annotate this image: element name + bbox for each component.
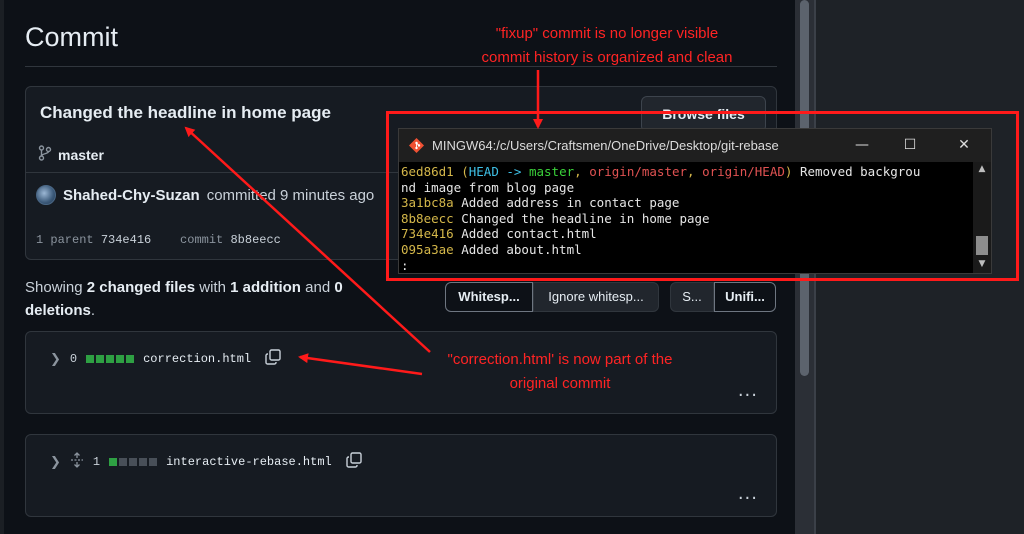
git-logo-icon xyxy=(409,138,424,153)
terminal-line: 095a3ae Added about.html xyxy=(401,242,971,258)
parent-hash-link[interactable]: 734e416 xyxy=(101,233,151,247)
close-icon[interactable]: ✕ xyxy=(949,135,979,155)
chevron-right-icon[interactable]: ❯ xyxy=(50,455,61,470)
terminal-prompt: : xyxy=(401,258,971,272)
file-header[interactable]: ❯ 1 interactive-rebase.html xyxy=(50,451,363,473)
more-options-icon[interactable]: ... xyxy=(738,483,758,504)
left-border xyxy=(0,0,4,534)
more-options-icon[interactable]: ... xyxy=(738,380,758,401)
file-change-count: 1 xyxy=(92,455,101,469)
summary-additions: 1 addition xyxy=(230,279,301,296)
log-remote-ref: origin/HEAD xyxy=(702,164,785,179)
annotation-line: original commit xyxy=(509,375,611,392)
file-change-count: 0 xyxy=(69,352,78,366)
log-hash: 8b8eecc xyxy=(401,210,454,226)
chevron-right-icon[interactable]: ❯ xyxy=(50,352,61,367)
diffstat-block-added xyxy=(116,355,125,363)
log-branch-ref: master xyxy=(528,164,575,179)
whitespace-button[interactable]: Whitesp... xyxy=(445,282,533,312)
diffstat-block-added xyxy=(109,458,118,466)
log-ref-sep: , xyxy=(574,164,590,179)
author-name[interactable]: Shahed-Chy-Suzan xyxy=(63,187,200,204)
git-branch-icon xyxy=(38,145,52,164)
log-ref-open: ( xyxy=(453,164,469,179)
annotation-correction-file: "correction.html' is now part of the ori… xyxy=(410,348,710,396)
mingw-terminal-window: MINGW64:/c/Users/Craftsmen/OneDrive/Desk… xyxy=(398,128,992,274)
annotation-line: commit history is organized and clean xyxy=(481,49,733,66)
branch-name[interactable]: master xyxy=(58,147,104,163)
log-ref-sep: , xyxy=(687,164,703,179)
terminal-line: 734e416 Added contact.html xyxy=(401,226,971,242)
scroll-down-arrow-icon[interactable]: ▼ xyxy=(973,259,991,269)
log-hash: 6ed86d1 xyxy=(401,164,454,179)
log-head-ref: HEAD -> xyxy=(468,164,529,179)
file-name[interactable]: interactive-rebase.html xyxy=(166,455,332,469)
avatar[interactable] xyxy=(36,185,56,205)
parent-label: 1 parent xyxy=(36,233,94,247)
terminal-title-bar[interactable]: MINGW64:/c/Users/Craftsmen/OneDrive/Desk… xyxy=(399,129,991,162)
diffstat-block-neutral xyxy=(129,458,138,466)
committed-time: committed 9 minutes ago xyxy=(206,186,375,204)
summary-with: with xyxy=(199,279,226,296)
terminal-line: 3a1bc8a Added address in contact page xyxy=(401,195,971,211)
terminal-line: 8b8eecc Changed the headline in home pag… xyxy=(401,211,971,227)
terminal-scrollbar-thumb[interactable] xyxy=(976,236,988,255)
copy-icon[interactable] xyxy=(264,348,282,370)
terminal-line: nd image from blog page xyxy=(401,180,971,196)
diffstat-block-added xyxy=(96,355,105,363)
minimize-icon[interactable]: — xyxy=(847,135,877,155)
terminal-output[interactable]: 6ed86d1 (HEAD -> master, origin/master, … xyxy=(401,164,971,272)
diffstat-block-neutral xyxy=(119,458,128,466)
commit-label: commit xyxy=(180,233,224,247)
log-message: Added address in contact page xyxy=(453,195,680,211)
diff-summary: Showing 2 changed files with 1 addition … xyxy=(25,276,385,322)
file-name[interactable]: correction.html xyxy=(143,352,251,366)
scroll-up-arrow-icon[interactable]: ▲ xyxy=(973,164,991,174)
commit-parent-info: 1 parent 734e416 commit 8b8eecc xyxy=(36,233,281,247)
split-view-button[interactable]: S... xyxy=(670,282,714,312)
page-title: Commit xyxy=(25,22,118,52)
terminal-line: 6ed86d1 (HEAD -> master, origin/master, … xyxy=(401,164,971,180)
summary-period: . xyxy=(90,302,96,319)
unified-view-button[interactable]: Unifi... xyxy=(714,282,776,312)
log-message: Removed backgrou xyxy=(792,164,921,179)
changed-file-interactive-rebase: ❯ 1 interactive-rebase.html ... xyxy=(25,434,777,517)
maximize-icon[interactable]: ☐ xyxy=(895,135,925,155)
file-header[interactable]: ❯ 0 correction.html xyxy=(50,348,282,370)
log-message: Added contact.html xyxy=(453,226,597,242)
annotation-line: "fixup" commit is no longer visible xyxy=(495,25,719,42)
log-hash: 3a1bc8a xyxy=(401,195,454,211)
annotation-line: "correction.html' is now part of the xyxy=(447,351,673,368)
commit-hash: 8b8eecc xyxy=(230,233,281,247)
annotation-history-clean: "fixup" commit is no longer visible comm… xyxy=(452,22,762,70)
diffstat-block-added xyxy=(126,355,135,363)
commit-headline: Changed the headline in home page xyxy=(40,103,331,122)
log-hash: 095a3ae xyxy=(401,241,454,257)
diffstat-blocks xyxy=(86,355,135,363)
log-message: Added about.html xyxy=(453,241,582,257)
ignore-whitespace-button[interactable]: Ignore whitesp... xyxy=(533,282,659,312)
diffstat-block-added xyxy=(86,355,95,363)
terminal-title: MINGW64:/c/Users/Craftsmen/OneDrive/Desk… xyxy=(432,138,779,153)
terminal-scrollbar[interactable]: ▲ ▼ xyxy=(973,162,991,273)
diffstat-blocks xyxy=(109,458,158,466)
log-hash: 734e416 xyxy=(401,226,454,242)
summary-showing: Showing xyxy=(25,279,83,296)
copy-icon[interactable] xyxy=(345,451,363,473)
log-message: nd image from blog page xyxy=(401,179,575,195)
diffstat-block-neutral xyxy=(149,458,158,466)
summary-and: and xyxy=(305,279,331,296)
log-remote-ref: origin/master xyxy=(589,164,688,179)
diffstat-block-added xyxy=(106,355,115,363)
summary-changed-files[interactable]: 2 changed files xyxy=(87,279,195,296)
branch-row: master xyxy=(38,145,104,164)
expand-lines-icon[interactable] xyxy=(70,452,84,472)
pager-prompt: : xyxy=(401,257,409,272)
log-message: Changed the headline in home page xyxy=(453,210,710,226)
author-row: Shahed-Chy-Suzan committed 9 minutes ago xyxy=(36,185,374,205)
diffstat-block-neutral xyxy=(139,458,148,466)
